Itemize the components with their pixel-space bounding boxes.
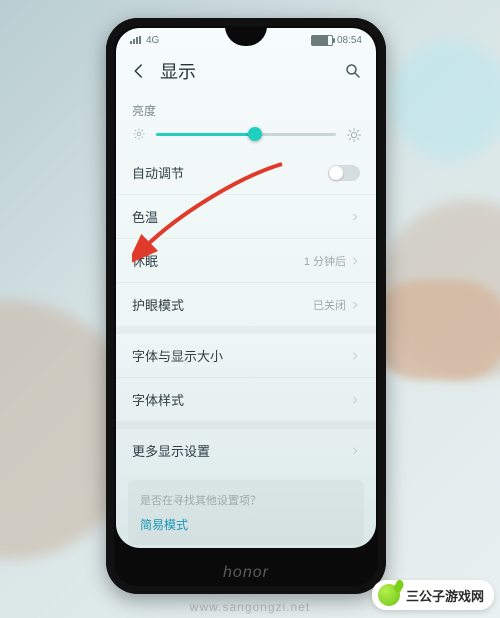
chevron-right-icon xyxy=(350,300,360,310)
page-title: 显示 xyxy=(160,58,196,84)
auto-brightness-toggle[interactable] xyxy=(328,165,360,181)
color-temp-label: 色温 xyxy=(132,207,158,226)
sleep-value: 1 分钟后 xyxy=(304,253,346,269)
brightness-high-icon xyxy=(346,127,360,141)
row-font-size[interactable]: 字体与显示大小 xyxy=(116,334,376,377)
row-font-style[interactable]: 字体样式 xyxy=(116,377,376,421)
font-size-label: 字体与显示大小 xyxy=(132,346,223,365)
logo-text: 三公子游戏网 xyxy=(406,586,484,605)
search-card-question: 是否在寻找其他设置项？ xyxy=(140,492,352,508)
font-style-label: 字体样式 xyxy=(132,390,184,409)
signal-icon xyxy=(130,36,142,44)
search-button[interactable] xyxy=(344,62,362,80)
hand-finger xyxy=(370,280,500,380)
background-blob xyxy=(390,40,500,160)
search-other-card: 是否在寻找其他设置项？ 简易模式 xyxy=(128,480,364,545)
brightness-slider[interactable] xyxy=(156,133,336,136)
logo-icon xyxy=(378,584,400,606)
simple-mode-link[interactable]: 简易模式 xyxy=(140,516,352,533)
chevron-right-icon xyxy=(350,446,360,456)
site-logo-badge: 三公子游戏网 xyxy=(372,580,494,610)
clock: 08:54 xyxy=(337,35,362,46)
eye-care-value: 已关闭 xyxy=(313,297,346,313)
chevron-right-icon xyxy=(350,351,360,361)
more-display-label: 更多显示设置 xyxy=(132,441,210,460)
brightness-label: 亮度 xyxy=(116,92,376,123)
row-more-display[interactable]: 更多显示设置 xyxy=(116,429,376,472)
arrow-left-icon xyxy=(130,62,148,80)
row-color-temp[interactable]: 色温 xyxy=(116,194,376,238)
phone-brand: honor xyxy=(106,564,386,582)
brightness-low-icon xyxy=(132,127,146,141)
phone-screen: 4G 08:54 显示 亮度 xyxy=(116,28,376,548)
chevron-right-icon xyxy=(350,212,360,222)
brightness-slider-row xyxy=(116,123,376,151)
page-header: 显示 xyxy=(116,52,376,92)
chevron-right-icon xyxy=(350,256,360,266)
row-eye-care[interactable]: 护眼模式 已关闭 xyxy=(116,282,376,326)
back-button[interactable] xyxy=(130,62,148,80)
chevron-right-icon xyxy=(350,395,360,405)
battery-icon xyxy=(311,35,333,46)
row-sleep[interactable]: 休眠 1 分钟后 xyxy=(116,238,376,282)
sleep-label: 休眠 xyxy=(132,251,158,270)
phone-frame: honor 4G 08:54 显示 xyxy=(106,18,386,594)
eye-care-label: 护眼模式 xyxy=(132,295,184,314)
row-auto-brightness[interactable]: 自动调节 xyxy=(116,151,376,194)
auto-brightness-label: 自动调节 xyxy=(132,163,184,182)
section-divider xyxy=(116,421,376,429)
section-divider xyxy=(116,326,376,334)
search-icon xyxy=(344,62,362,80)
network-type: 4G xyxy=(146,35,159,46)
